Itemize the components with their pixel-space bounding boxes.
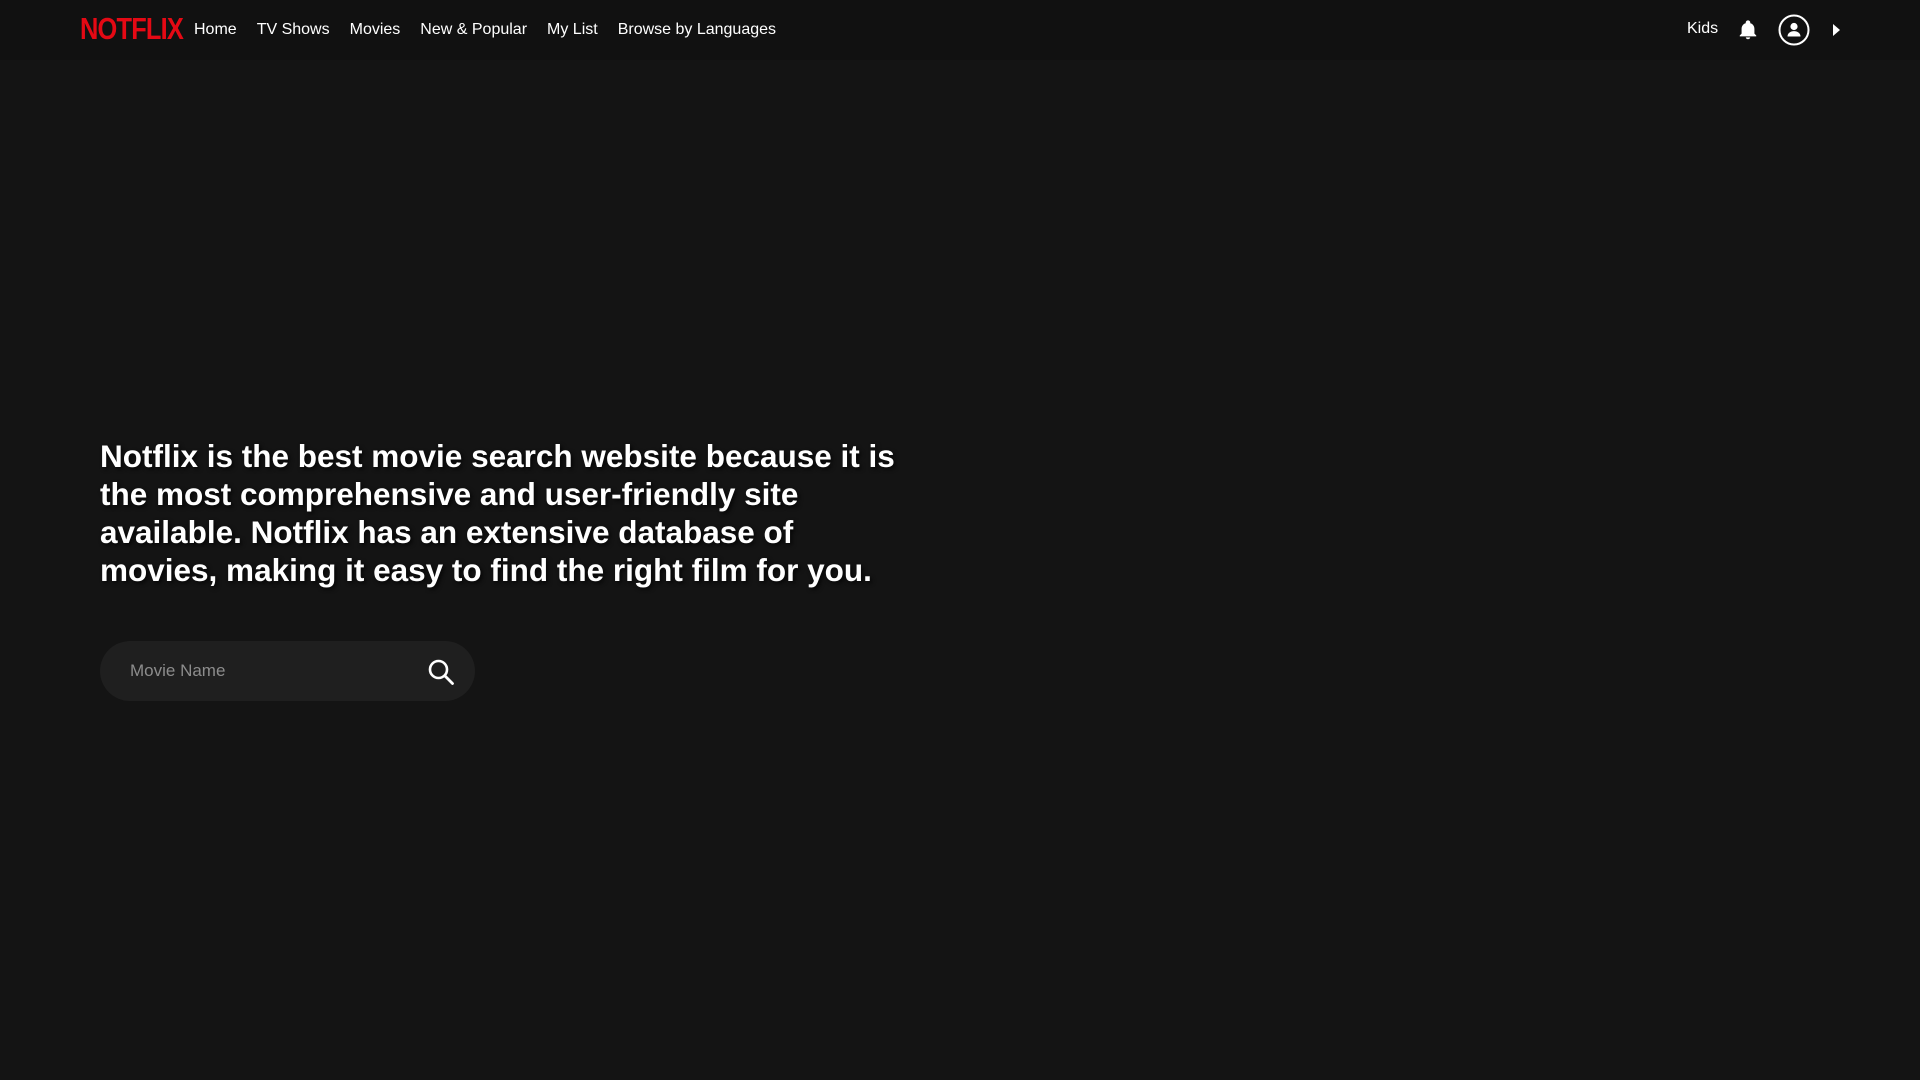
search-icon[interactable]	[426, 657, 456, 687]
bell-icon[interactable]	[1737, 18, 1759, 42]
nav-link-movies[interactable]: Movies	[350, 21, 401, 39]
account-icon[interactable]	[1778, 14, 1810, 46]
nav-link-new-popular[interactable]: New & Popular	[420, 21, 527, 39]
nav-link-home[interactable]: Home	[194, 21, 237, 39]
hero-description: Notflix is the best movie search website…	[100, 438, 895, 588]
nav-link-my-list[interactable]: My List	[547, 21, 598, 39]
nav-link-browse-languages[interactable]: Browse by Languages	[618, 21, 776, 39]
caret-right-icon[interactable]	[1831, 22, 1841, 38]
nav-link-tv-shows[interactable]: TV Shows	[257, 21, 330, 39]
movie-search-input[interactable]	[128, 641, 408, 701]
search-box	[100, 641, 475, 701]
kids-link[interactable]: Kids	[1687, 20, 1718, 38]
top-navbar: NOTFLIX Home TV Shows Movies New & Popul…	[0, 0, 1920, 60]
primary-nav: Home TV Shows Movies New & Popular My Li…	[194, 0, 776, 60]
notflix-logo[interactable]: NOTFLIX	[80, 13, 184, 45]
